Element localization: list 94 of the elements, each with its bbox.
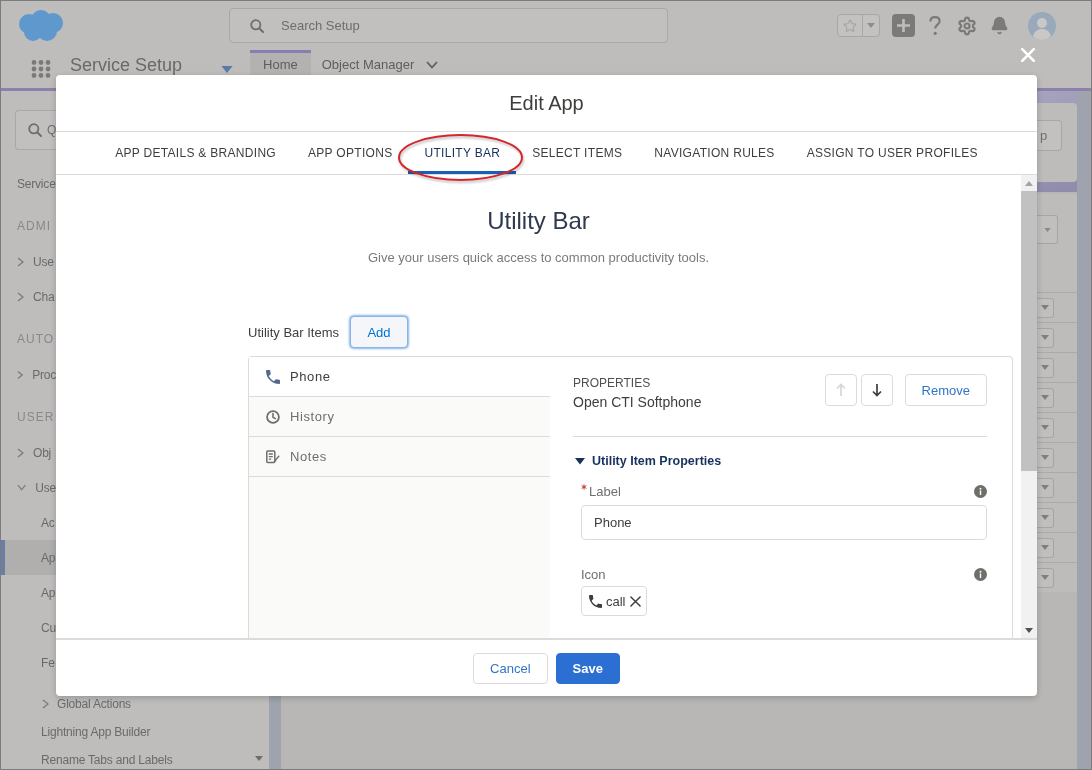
avatar-icon[interactable]: [1028, 11, 1056, 40]
modal-tab[interactable]: NAVIGATION RULES: [638, 132, 791, 174]
section-toggle-icon[interactable]: [575, 456, 585, 466]
phone-icon: [266, 369, 280, 384]
caret-icon[interactable]: [221, 66, 234, 73]
remove-button[interactable]: Remove: [904, 374, 987, 406]
cancel-button[interactable]: Cancel: [473, 652, 548, 684]
pill-text: call: [606, 593, 626, 609]
sidebar-item[interactable]: Cu: [1, 610, 56, 645]
modal-tab[interactable]: ASSIGN TO USER PROFILES: [790, 132, 994, 174]
modal-tab[interactable]: APP OPTIONS: [292, 132, 409, 174]
close-button[interactable]: [1021, 48, 1035, 62]
utility-item[interactable]: Notes: [249, 437, 550, 477]
modal-tab[interactable]: SELECT ITEMS: [516, 132, 639, 174]
row-menu-button[interactable]: [1037, 477, 1054, 498]
nav-tab[interactable]: Object Manager: [310, 50, 450, 75]
caret-icon: [1041, 575, 1049, 580]
caret-icon: [1041, 485, 1049, 490]
search-icon: [250, 19, 264, 33]
save-button[interactable]: Save: [555, 652, 620, 684]
sidebar-folder[interactable]: Cha: [1, 279, 56, 314]
items-label: Utility Bar Items: [248, 324, 339, 340]
header-button[interactable]: p: [1037, 120, 1062, 151]
caret-icon: [1041, 395, 1049, 400]
caret-icon: [1041, 425, 1049, 430]
caret-icon: [1041, 365, 1049, 370]
search-field[interactable]: Search Setup: [229, 8, 668, 43]
text-input[interactable]: Phone: [581, 505, 987, 540]
app-launcher-icon[interactable]: [31, 60, 51, 78]
sidebar-item[interactable]: Ap: [1, 540, 56, 575]
field-label: Icon: [581, 566, 606, 582]
add-button[interactable]: Add: [350, 316, 408, 348]
sidebar-folder[interactable]: Use: [1, 470, 56, 505]
row-menu-button[interactable]: [1037, 387, 1054, 408]
close-icon: [1021, 48, 1035, 62]
nav-tab[interactable]: Home: [250, 50, 311, 75]
dialog-title: Edit App: [509, 91, 584, 115]
sidebar-item[interactable]: Ap: [1, 575, 56, 610]
cloud-logo-icon[interactable]: [16, 9, 64, 42]
utility-item[interactable]: History: [249, 397, 550, 437]
sidebar-folder[interactable]: Use: [1, 244, 56, 279]
row-menu-button[interactable]: [1037, 537, 1054, 558]
info-icon[interactable]: [974, 567, 987, 581]
chevron-down-icon: [426, 61, 439, 69]
sidebar-item[interactable]: Rename Tabs and Labels: [1, 746, 269, 769]
field-label: Label: [589, 483, 621, 499]
star-icon: [843, 18, 857, 33]
move-down-button[interactable]: [860, 374, 893, 406]
scroll-up-icon[interactable]: [1025, 180, 1033, 186]
section-title[interactable]: Utility Item Properties: [592, 454, 722, 468]
settings-icon[interactable]: [957, 15, 977, 36]
page-heading: Utility Bar: [487, 206, 590, 236]
caret-icon: [1041, 305, 1049, 310]
sidebar-item[interactable]: Ac: [1, 505, 56, 540]
app-name: Service Setup: [70, 55, 183, 75]
row-menu-button[interactable]: [1037, 297, 1054, 318]
row-menu-button[interactable]: [1037, 327, 1054, 348]
sidebar-item[interactable]: Service: [1, 166, 56, 201]
sidebar-folder[interactable]: Obj: [1, 435, 56, 470]
sidebar-item[interactable]: Fe: [1, 645, 56, 680]
properties-eyebrow: PROPERTIES: [573, 376, 651, 390]
search-icon: [28, 123, 42, 137]
row-menu-button[interactable]: [1037, 507, 1054, 528]
arrow-up-icon: [835, 383, 846, 397]
caret-icon: [1043, 227, 1051, 232]
quick-find-field[interactable]: Q: [15, 110, 56, 150]
caret-icon: [1041, 545, 1049, 550]
utility-item[interactable]: Phone: [249, 357, 550, 397]
bell-icon[interactable]: [990, 16, 1009, 35]
caret-icon: [1041, 455, 1049, 460]
remove-icon[interactable]: [629, 595, 641, 607]
list-view-menu-button[interactable]: [1037, 215, 1058, 244]
modal-tab[interactable]: APP DETAILS & BRANDING: [99, 132, 292, 174]
row-menu-button[interactable]: [1037, 357, 1054, 378]
caret-icon: [1041, 515, 1049, 520]
sidebar-folder[interactable]: Global Actions: [1, 690, 269, 718]
notes-icon: [266, 449, 280, 464]
caret-icon: [1041, 335, 1049, 340]
sidebar-item[interactable]: Lightning App Builder: [1, 718, 269, 746]
utility-name: Open CTI Softphone: [573, 393, 702, 411]
row-menu-button[interactable]: [1037, 447, 1054, 468]
row-menu-button[interactable]: [1037, 417, 1054, 438]
page-description: Give your users quick access to common productivity tools.: [368, 250, 709, 266]
plus-icon[interactable]: [892, 14, 915, 37]
row-menu-button[interactable]: [1037, 567, 1054, 588]
caret-icon: [867, 23, 875, 28]
sidebar-folder[interactable]: Proc: [1, 357, 56, 392]
phone-icon: [589, 594, 602, 608]
clock-icon: [266, 409, 280, 424]
info-icon[interactable]: [974, 484, 987, 498]
help-icon[interactable]: [929, 15, 941, 36]
scrollbar-thumb[interactable]: [1021, 191, 1037, 471]
scroll-down-icon[interactable]: [1025, 627, 1033, 633]
arrow-down-icon: [871, 383, 882, 397]
